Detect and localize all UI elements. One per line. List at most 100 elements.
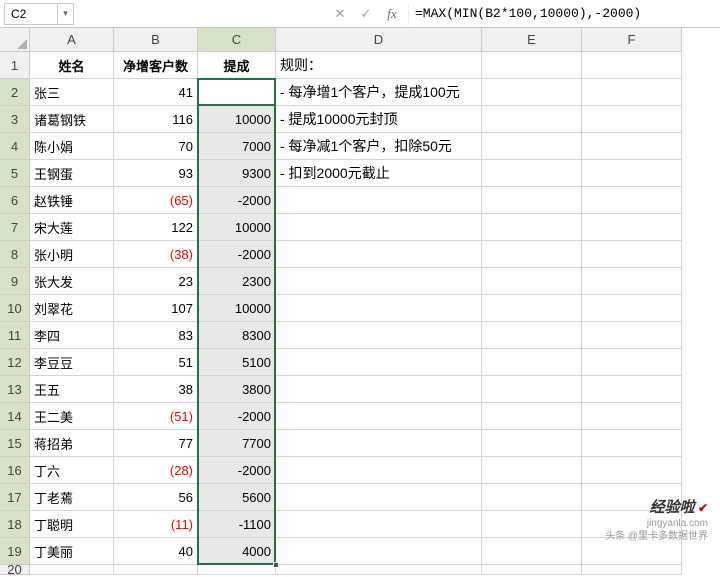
- cell-rule[interactable]: - 扣到2000元截止: [276, 160, 482, 187]
- row-header[interactable]: 19: [0, 538, 29, 565]
- row-header[interactable]: 1: [0, 52, 29, 79]
- row-header[interactable]: 15: [0, 430, 29, 457]
- cell[interactable]: [482, 538, 582, 565]
- cell-commission[interactable]: 9300: [198, 160, 276, 187]
- fx-icon[interactable]: fx: [382, 6, 402, 22]
- row-header[interactable]: 8: [0, 241, 29, 268]
- row-header[interactable]: 6: [0, 187, 29, 214]
- cell[interactable]: [582, 214, 682, 241]
- row-header[interactable]: 18: [0, 511, 29, 538]
- cell-name[interactable]: 赵铁锤: [30, 187, 114, 214]
- cell[interactable]: [582, 187, 682, 214]
- cell[interactable]: [482, 403, 582, 430]
- cell-rule[interactable]: [276, 268, 482, 295]
- select-all-corner[interactable]: [0, 28, 30, 52]
- cell[interactable]: [482, 187, 582, 214]
- cell-name[interactable]: 蒋招弟: [30, 430, 114, 457]
- row-header[interactable]: 12: [0, 349, 29, 376]
- cell[interactable]: [582, 349, 682, 376]
- cell-commission[interactable]: 10000: [198, 295, 276, 322]
- cell[interactable]: [482, 52, 582, 79]
- cell-name[interactable]: 丁聪明: [30, 511, 114, 538]
- cell-customers[interactable]: 56: [114, 484, 198, 511]
- cell[interactable]: [582, 430, 682, 457]
- cell[interactable]: [482, 268, 582, 295]
- cell-name[interactable]: 丁六: [30, 457, 114, 484]
- cell-name[interactable]: 张三: [30, 79, 114, 106]
- cell-name[interactable]: 张大发: [30, 268, 114, 295]
- row-header[interactable]: 7: [0, 214, 29, 241]
- row-header[interactable]: 13: [0, 376, 29, 403]
- cell-commission[interactable]: 7000: [198, 133, 276, 160]
- row-header[interactable]: 16: [0, 457, 29, 484]
- cell-commission[interactable]: 4000: [198, 538, 276, 565]
- cell-rule[interactable]: [276, 376, 482, 403]
- cell-rule[interactable]: - 提成10000元封顶: [276, 106, 482, 133]
- formula-input[interactable]: =MAX(MIN(B2*100,10000),-2000): [408, 3, 720, 25]
- cell[interactable]: [582, 457, 682, 484]
- row-header[interactable]: 14: [0, 403, 29, 430]
- col-header-D[interactable]: D: [276, 28, 482, 51]
- cell[interactable]: [482, 565, 582, 575]
- cell-customers[interactable]: 38: [114, 376, 198, 403]
- cell[interactable]: [482, 484, 582, 511]
- header-name[interactable]: 姓名: [30, 52, 114, 79]
- cell[interactable]: [30, 565, 114, 575]
- row-header[interactable]: 20: [0, 565, 29, 575]
- cancel-icon[interactable]: ✕: [330, 6, 350, 22]
- cell[interactable]: [582, 268, 682, 295]
- cell-customers[interactable]: 23: [114, 268, 198, 295]
- cell[interactable]: [482, 241, 582, 268]
- cell[interactable]: [582, 133, 682, 160]
- cell-name[interactable]: 王钢蛋: [30, 160, 114, 187]
- cell-name[interactable]: 陈小娟: [30, 133, 114, 160]
- cell-commission[interactable]: 5100: [198, 349, 276, 376]
- cell-rule[interactable]: [276, 187, 482, 214]
- cell-rule[interactable]: [276, 214, 482, 241]
- col-header-F[interactable]: F: [582, 28, 682, 51]
- header-commission[interactable]: 提成: [198, 52, 276, 79]
- cell-commission[interactable]: 5600: [198, 484, 276, 511]
- cell-commission[interactable]: 3800: [198, 376, 276, 403]
- cell[interactable]: [582, 322, 682, 349]
- header-customers[interactable]: 净增客户数: [114, 52, 198, 79]
- cell-name[interactable]: 丁美丽: [30, 538, 114, 565]
- col-header-E[interactable]: E: [482, 28, 582, 51]
- cell-commission[interactable]: 10000: [198, 214, 276, 241]
- name-box[interactable]: C2: [4, 3, 58, 25]
- cell[interactable]: [582, 241, 682, 268]
- cell-customers[interactable]: 40: [114, 538, 198, 565]
- cell[interactable]: [482, 160, 582, 187]
- cell-commission[interactable]: -2000: [198, 403, 276, 430]
- row-header[interactable]: 10: [0, 295, 29, 322]
- cell[interactable]: [482, 376, 582, 403]
- cell[interactable]: [582, 376, 682, 403]
- cell-commission[interactable]: -2000: [198, 241, 276, 268]
- rules-title[interactable]: 规则：: [276, 52, 482, 79]
- cell-name[interactable]: 李四: [30, 322, 114, 349]
- cell-customers[interactable]: (65): [114, 187, 198, 214]
- cell-customers[interactable]: 70: [114, 133, 198, 160]
- row-header[interactable]: 17: [0, 484, 29, 511]
- cell[interactable]: [482, 106, 582, 133]
- cell-customers[interactable]: 116: [114, 106, 198, 133]
- cell[interactable]: [582, 295, 682, 322]
- cell-rule[interactable]: [276, 538, 482, 565]
- cell-commission[interactable]: -2000: [198, 187, 276, 214]
- cell-rule[interactable]: [276, 403, 482, 430]
- name-box-dropdown[interactable]: ▾: [58, 3, 74, 25]
- cell[interactable]: [482, 295, 582, 322]
- confirm-icon[interactable]: ✓: [356, 6, 376, 22]
- cell-rule[interactable]: [276, 457, 482, 484]
- cell-commission[interactable]: -1100: [198, 511, 276, 538]
- cell-name[interactable]: 李豆豆: [30, 349, 114, 376]
- row-header[interactable]: 2: [0, 79, 29, 106]
- cell-commission[interactable]: 10000: [198, 106, 276, 133]
- cell[interactable]: [582, 106, 682, 133]
- cell-commission[interactable]: -2000: [198, 457, 276, 484]
- cell[interactable]: [482, 457, 582, 484]
- cell-customers[interactable]: 107: [114, 295, 198, 322]
- cell-name[interactable]: 王二美: [30, 403, 114, 430]
- cell-name[interactable]: 张小明: [30, 241, 114, 268]
- cell-commission[interactable]: 4100: [198, 79, 276, 106]
